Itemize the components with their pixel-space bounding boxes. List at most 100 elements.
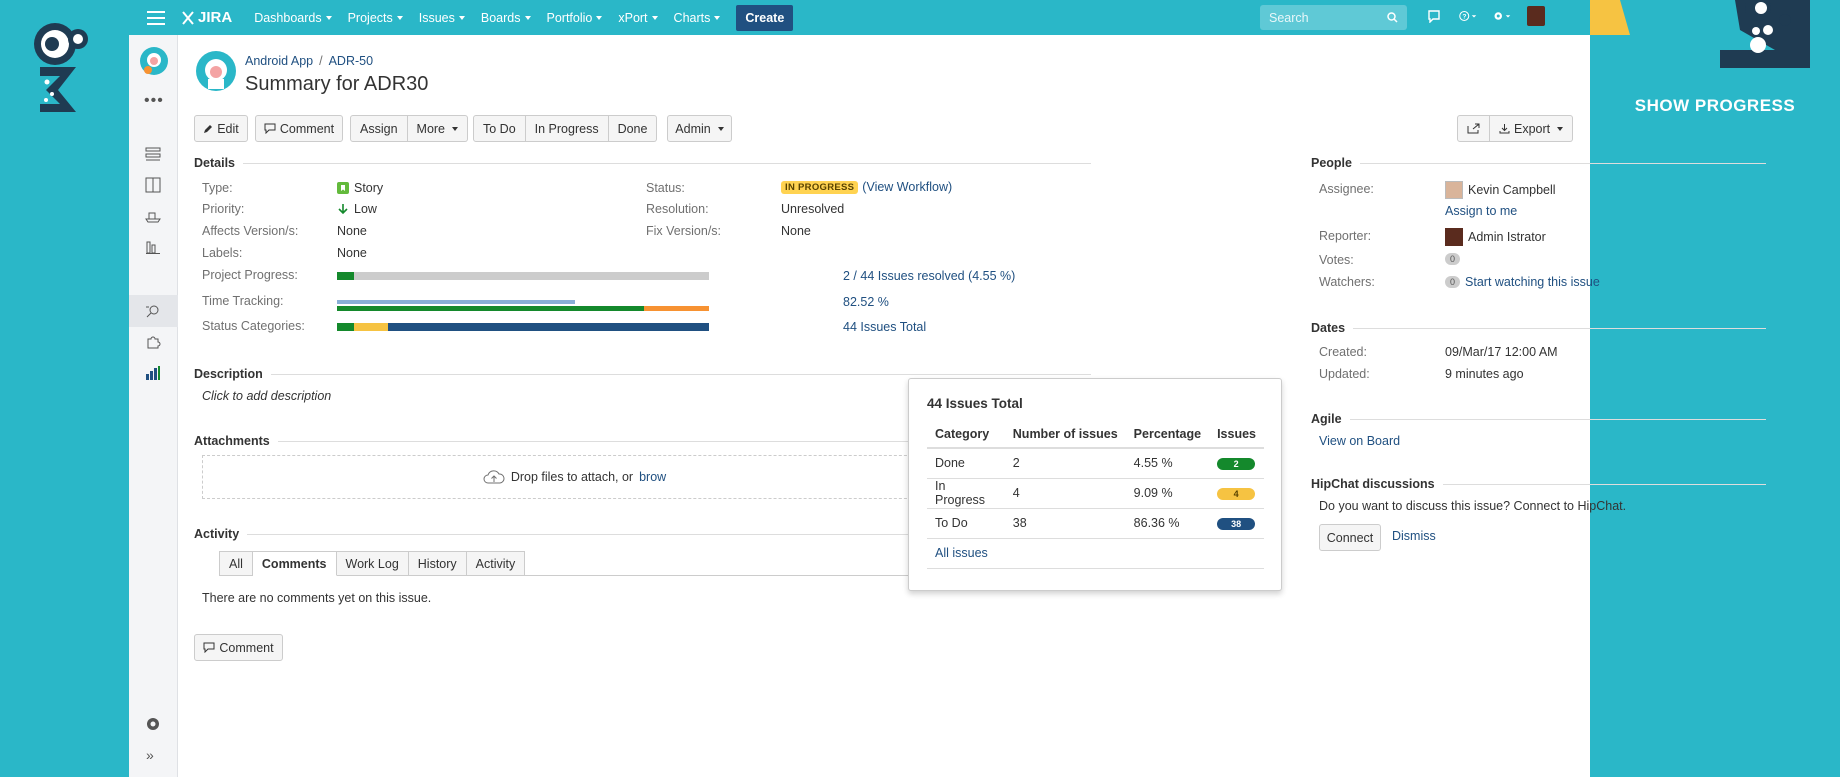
expand-sidebar-icon[interactable]: » <box>146 747 154 763</box>
issue-toolbar: Edit Comment Assign More To Do In Progre… <box>194 115 1574 143</box>
create-button[interactable]: Create <box>736 4 794 31</box>
help-icon[interactable]: ? <box>1459 7 1477 25</box>
attachment-dropzone[interactable]: Drop files to attach, or brow <box>202 455 947 499</box>
category-cell: To Do <box>927 508 1005 539</box>
percent-cell: 9.09 % <box>1125 478 1210 509</box>
chevron-down-icon <box>396 15 403 20</box>
nav-dashboards[interactable]: Dashboards <box>246 11 339 25</box>
settings-gear-icon[interactable] <box>1493 7 1511 25</box>
project-avatar-large[interactable] <box>196 51 236 91</box>
reporter-value[interactable]: Admin Istrator <box>1445 228 1546 246</box>
chevron-down-icon <box>524 15 531 20</box>
board-icon[interactable] <box>144 176 162 194</box>
status-categories-bar[interactable] <box>337 323 709 331</box>
project-settings-gear-icon[interactable] <box>144 715 162 733</box>
in-progress-transition-button[interactable]: In Progress <box>525 115 609 142</box>
column-header: Issues <box>1209 420 1264 449</box>
table-row: In Progress 4 9.09 % 4 <box>927 478 1264 509</box>
hamburger-menu-icon[interactable] <box>147 10 165 25</box>
issue-count-badge[interactable]: 2 <box>1217 458 1256 471</box>
done-transition-button[interactable]: Done <box>608 115 658 142</box>
issue-title[interactable]: Summary for ADR30 <box>245 73 428 96</box>
created-label: Created: <box>1319 345 1367 359</box>
hipchat-heading-text: HipChat discussions <box>1311 477 1435 491</box>
status-category-segment <box>353 323 388 331</box>
nav-projects[interactable]: Projects <box>340 11 411 25</box>
reports-icon[interactable] <box>144 238 162 256</box>
feedback-icon[interactable] <box>1425 7 1443 25</box>
backlog-icon[interactable] <box>144 145 162 163</box>
type-value: Story <box>337 181 383 195</box>
project-progress-link[interactable]: 2 / 44 Issues resolved (4.55 %) <box>843 269 1015 283</box>
status-categories-link[interactable]: 44 Issues Total <box>843 320 926 334</box>
comment-icon <box>203 642 215 653</box>
tab-activity[interactable]: Activity <box>466 551 526 576</box>
edit-button[interactable]: Edit <box>194 115 248 142</box>
all-issues-link[interactable]: All issues <box>935 546 988 560</box>
mascot-left-illustration <box>34 23 88 112</box>
assign-to-me-link[interactable]: Assign to me <box>1445 204 1517 218</box>
time-tracking-link[interactable]: 82.52 % <box>843 295 889 309</box>
top-right-icons: ? <box>1425 6 1545 26</box>
popup-title: 44 Issues Total <box>927 396 1023 411</box>
charts-icon[interactable] <box>144 364 162 382</box>
nav-xport[interactable]: xPort <box>610 11 665 25</box>
nav-label: Charts <box>673 10 711 25</box>
nav-portfolio[interactable]: Portfolio <box>539 11 611 25</box>
issue-count-badge[interactable]: 4 <box>1217 488 1256 500</box>
watchers-count-badge: 0 <box>1445 276 1461 288</box>
view-workflow-link[interactable]: (View Workflow) <box>862 180 952 194</box>
assign-button[interactable]: Assign <box>350 115 408 142</box>
dismiss-link[interactable]: Dismiss <box>1392 529 1436 543</box>
view-on-board-link[interactable]: View on Board <box>1319 434 1400 448</box>
start-watching-link[interactable]: Start watching this issue <box>1465 275 1600 289</box>
share-export-group: Export <box>1457 115 1574 142</box>
chevron-down-icon <box>325 15 332 20</box>
export-button[interactable]: Export <box>1490 115 1574 142</box>
search-input[interactable]: Search <box>1260 5 1407 30</box>
activity-tabs: All Comments Work Log History Activity <box>219 551 526 576</box>
labels-value[interactable]: None <box>337 246 367 260</box>
releases-icon[interactable] <box>144 207 162 225</box>
tab-work-log[interactable]: Work Log <box>336 551 409 576</box>
tab-comments[interactable]: Comments <box>252 551 337 576</box>
add-ons-puzzle-icon[interactable] <box>144 333 162 351</box>
column-header: Category <box>927 420 1005 449</box>
workflow-transitions: To Do In Progress Done <box>473 115 658 142</box>
tab-all[interactable]: All <box>219 551 253 576</box>
time-tracking-bar-track[interactable] <box>337 306 709 311</box>
comment-button[interactable]: Comment <box>255 115 343 142</box>
no-comments-message: There are no comments yet on this issue. <box>202 591 432 605</box>
todo-transition-button[interactable]: To Do <box>473 115 526 142</box>
project-avatar[interactable] <box>140 47 168 75</box>
votes-count-badge: 0 <box>1445 253 1461 265</box>
watchers-label: Watchers: <box>1319 275 1375 289</box>
pencil-icon <box>204 124 213 133</box>
description-placeholder[interactable]: Click to add description <box>202 389 331 403</box>
user-avatar-menu[interactable] <box>1527 6 1545 26</box>
votes-value[interactable]: 0 <box>1445 253 1461 265</box>
browse-link[interactable]: brow <box>639 470 666 484</box>
nav-charts[interactable]: Charts <box>666 11 729 25</box>
project-progress-bar-track[interactable] <box>337 272 709 280</box>
admin-button[interactable]: Admin <box>667 115 732 142</box>
attachments-heading-text: Attachments <box>194 434 270 448</box>
tab-history[interactable]: History <box>408 551 467 576</box>
more-label: More <box>416 121 446 136</box>
jira-logo[interactable]: JIRA <box>181 9 232 26</box>
nav-boards[interactable]: Boards <box>473 11 539 25</box>
breadcrumb-issue-key-link[interactable]: ADR-50 <box>329 54 373 68</box>
assignee-value[interactable]: Kevin Campbell <box>1445 181 1556 199</box>
connect-button[interactable]: Connect <box>1319 524 1381 551</box>
more-button[interactable]: More <box>407 115 469 142</box>
issues-search-icon[interactable] <box>144 302 162 320</box>
nav-issues[interactable]: Issues <box>411 11 473 25</box>
issue-count-badge[interactable]: 38 <box>1217 518 1256 530</box>
bottom-comment-button[interactable]: Comment <box>194 634 283 661</box>
chevron-down-icon <box>596 15 603 20</box>
breadcrumb-project-link[interactable]: Android App <box>245 54 313 68</box>
share-button[interactable] <box>1457 115 1490 142</box>
more-ellipsis-icon[interactable]: ••• <box>144 92 164 110</box>
all-issues-cell: All issues <box>927 538 1264 569</box>
show-progress-title: SHOW PROGRESS <box>1634 96 1796 115</box>
